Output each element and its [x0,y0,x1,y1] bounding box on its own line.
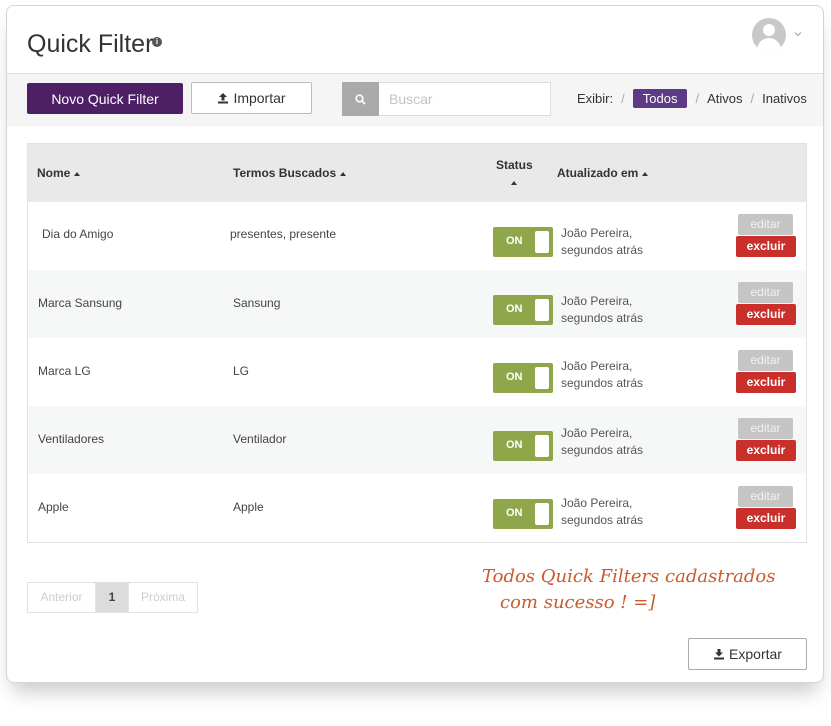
sort-asc-icon [511,180,517,185]
search-input[interactable] [379,82,551,116]
col-terms-header[interactable]: Termos Buscados [233,166,347,180]
info-icon[interactable]: i [152,37,162,47]
row-terms: LG [233,364,250,378]
page-title: Quick Filter [27,30,154,58]
filter-todos[interactable]: Todos [632,89,688,108]
success-annotation: Todos Quick Filters cadastrados com suce… [482,564,776,616]
chevron-down-icon[interactable] [794,30,802,38]
edit-button[interactable]: editar [738,350,793,371]
next-page-button[interactable]: Próxima [128,583,197,612]
status-toggle[interactable]: ON [493,499,553,529]
edit-button[interactable]: editar [738,214,793,235]
edit-button[interactable]: editar [738,486,793,507]
filter-inativos[interactable]: Inativos [762,91,807,106]
prev-page-button[interactable]: Anterior [28,583,96,612]
toolbar: Novo Quick Filter Importar Exibir: / Tod… [7,74,823,126]
download-icon [714,649,725,660]
new-quick-filter-button[interactable]: Novo Quick Filter [27,83,183,114]
delete-button[interactable]: excluir [736,304,796,325]
table-row: Apple Apple ON João Pereira, segundos atr… [28,474,806,542]
delete-button[interactable]: excluir [736,236,796,257]
row-name: Apple [38,500,69,514]
row-name: Marca Sansung [38,296,123,310]
status-toggle[interactable]: ON [493,295,553,325]
status-toggle[interactable]: ON [493,227,553,257]
sort-asc-icon [74,171,81,176]
search-button[interactable] [342,82,379,116]
edit-button[interactable]: editar [738,282,793,303]
row-name: Marca LG [38,364,91,378]
row-updated: João Pereira, segundos atrás [561,226,644,257]
avatar-head [763,24,775,36]
filter-label: Exibir: [577,91,614,106]
sort-asc-icon [340,171,347,176]
row-updated: João Pereira, segundos atrás [561,359,644,390]
upload-icon [218,93,229,104]
export-label: Exportar [729,646,782,662]
avatar[interactable] [752,18,786,52]
quick-filter-table: Nome Termos Buscados Status Atualizado e… [27,143,807,543]
status-toggle[interactable]: ON [493,431,553,461]
row-name: Ventiladores [38,432,105,446]
delete-button[interactable]: excluir [736,372,796,393]
sort-asc-icon [642,171,649,176]
row-updated: João Pereira, segundos atrás [561,496,644,527]
status-toggle[interactable]: ON [493,363,553,393]
status-filter: Exibir: / Todos / Ativos / Inativos [577,89,807,108]
annotation-line-1: Todos Quick Filters cadastrados [482,566,776,587]
annotation-line-2: com sucesso ! =] [500,592,656,613]
delete-button[interactable]: excluir [736,508,796,529]
filter-separator: / [750,91,755,106]
export-button[interactable]: Exportar [688,638,807,670]
edit-button[interactable]: editar [738,418,793,439]
table-row: Marca Sansung Sansung ON João Pereira, se… [28,270,806,338]
page-header: Quick Filter i [7,6,823,74]
col-name-header[interactable]: Nome [37,166,81,180]
delete-button[interactable]: excluir [736,440,796,461]
search-icon [355,93,366,105]
row-terms: presentes, presente [230,227,337,241]
table-header: Nome Termos Buscados Status Atualizado e… [28,144,806,202]
main-card: Quick Filter i Novo Quick Filter Importa… [6,5,824,683]
import-button[interactable]: Importar [191,82,312,114]
avatar-body [757,38,781,52]
row-name: Dia do Amigo [42,227,114,241]
row-terms: Sansung [233,296,281,310]
table-row: Ventiladores Ventilador ON João Pereira,… [28,406,806,474]
row-terms: Apple [233,500,264,514]
table-row: Dia do Amigo presentes, presente ON João… [28,202,806,270]
filter-ativos[interactable]: Ativos [707,91,742,106]
row-updated: João Pereira, segundos atrás [561,294,644,325]
import-label: Importar [233,90,286,106]
filter-separator: / [621,91,625,106]
col-updated-header[interactable]: Atualizado em [557,166,649,180]
current-page[interactable]: 1 [96,583,128,612]
table-row: Marca LG LG ON João Pereira, segundos atr… [28,338,806,406]
filter-separator: / [695,91,700,106]
row-terms: Ventilador [233,432,287,446]
row-updated: João Pereira, segundos atrás [561,426,644,457]
col-status-header[interactable]: Status [496,158,533,186]
pagination: Anterior 1 Próxima [27,582,198,613]
